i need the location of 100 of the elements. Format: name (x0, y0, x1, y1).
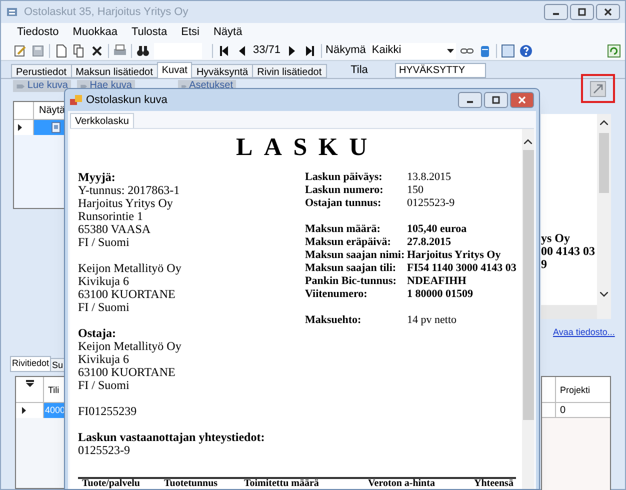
field-label: Laskun numero: (305, 184, 384, 197)
address-line: 63100 KUORTANE (78, 288, 176, 301)
refresh-icon[interactable] (607, 44, 621, 58)
delete-icon[interactable] (90, 44, 104, 58)
address-line: 0125523-9 (78, 444, 130, 457)
document-icon (51, 122, 61, 133)
tab[interactable]: Rivin lisätiedot (252, 64, 327, 78)
field-value: NDEAFIHH (407, 275, 466, 288)
close-icon (603, 8, 613, 16)
tab[interactable]: Maksun lisätiedot (70, 64, 158, 78)
block-title: Ostaja: (78, 327, 117, 340)
address-line: FI / Suomi (78, 301, 130, 314)
scroll-up-icon (524, 139, 532, 144)
tab[interactable]: Su (50, 358, 66, 372)
copy-icon[interactable] (72, 44, 86, 58)
minimize-button[interactable] (458, 92, 482, 108)
search-field[interactable] (154, 42, 202, 58)
field-value: Harjoitus Yritys Oy (407, 249, 501, 262)
row-pointer-icon (22, 407, 26, 414)
field-label: Maksun eräpäivä: (305, 236, 392, 249)
field-label: Pankin Bic-tunnus: (305, 275, 398, 288)
minimize-button[interactable] (544, 4, 568, 20)
help-icon[interactable] (518, 44, 533, 58)
app-icon (6, 6, 18, 18)
scrollbar-thumb[interactable] (522, 150, 534, 420)
view-label: Näkymä (326, 43, 366, 58)
scroll-up-icon (600, 120, 608, 125)
address-line: Kivikuja 6 (78, 353, 129, 366)
scrollbar[interactable] (522, 129, 534, 489)
preview-text: ys Oy (541, 232, 572, 245)
scroll-down-icon (600, 292, 608, 297)
row-pointer-icon (18, 124, 22, 131)
tab[interactable]: Rivitiedot (10, 356, 52, 372)
column-header: Toimitettu määrä (244, 479, 320, 489)
maximize-icon (491, 96, 501, 104)
menu-item[interactable]: Muokkaa (72, 24, 118, 40)
first-record-icon[interactable] (217, 44, 231, 58)
field-value: 13.8.2015 (407, 171, 451, 184)
block-title: Laskun vastaanottajan yhteystiedot: (78, 431, 266, 444)
close-button[interactable] (596, 4, 620, 20)
invoice-heading: LASKU (236, 134, 378, 162)
field-value: FI54 1140 3000 4143 03 (407, 262, 516, 275)
menu-item[interactable]: Etsi (181, 24, 200, 40)
tab[interactable]: Verkkolasku (70, 113, 134, 128)
image-button[interactable]: Lue kuva (13, 80, 71, 92)
column-header: Tuote/palvelu (82, 479, 141, 489)
menu-item[interactable]: Tiedosto (17, 24, 59, 40)
view-dropdown[interactable]: Kaikki (370, 42, 456, 58)
column-header: Näytä (38, 104, 66, 118)
column-header: Tuotetunnus (164, 479, 219, 489)
record-counter: 33/71 (253, 43, 281, 58)
field-label: Maksun saajan tili: (305, 262, 398, 275)
address-line: Keijon Metallityö Oy (78, 340, 182, 353)
table-cell-text: 0 (559, 404, 566, 417)
binoculars-icon[interactable] (136, 44, 150, 58)
edit-icon[interactable] (13, 44, 27, 58)
column-header: Yhteensä (474, 479, 514, 489)
block-title: Myyjä: (78, 171, 116, 184)
scrollbar[interactable] (541, 305, 597, 319)
menu-item[interactable]: Näytä (213, 24, 242, 40)
preview-text: 9 (541, 258, 548, 271)
new-document-icon[interactable] (54, 44, 68, 58)
save-icon[interactable] (31, 44, 45, 58)
field-label: Viitenumero: (305, 288, 368, 301)
status-field[interactable]: HYVÄKSYTTY (394, 63, 486, 78)
expand-icon[interactable] (590, 80, 606, 96)
maximize-button[interactable] (570, 4, 594, 20)
column-header: Veroton a-hinta (368, 479, 436, 489)
field-label: Maksun saajan nimi: (305, 249, 406, 262)
field-value: 27.8.2015 (407, 236, 451, 249)
scrollbar[interactable] (597, 114, 611, 319)
address-line: 63100 KUORTANE (78, 366, 176, 379)
address-line: Runsorintie 1 (78, 210, 143, 223)
maximize-icon (577, 8, 587, 16)
field-value: 1 80000 01509 (407, 288, 473, 301)
field-value: 14 pv netto (407, 314, 456, 327)
arrow-icon (16, 82, 26, 90)
file-link[interactable]: Avaa tiedosto... (553, 326, 615, 340)
scrollbar-thumb[interactable] (599, 133, 609, 193)
window-title: Ostolaskun kuva (86, 92, 168, 108)
address-line: FI / Suomi (78, 236, 130, 249)
panel-icon[interactable] (500, 44, 515, 58)
field-value: 150 (407, 184, 424, 197)
field-value: 0125523-9 (407, 197, 455, 210)
address-line: Y-tunnus: 2017863-1 (78, 184, 181, 197)
window-title: Ostolaskut 35, Harjoitus Yritys Oy (24, 4, 190, 20)
address-line: Keijon Metallityö Oy (78, 262, 182, 275)
address-line: Harjoitus Yritys Oy (78, 197, 174, 210)
tab[interactable]: Hyväksyntä (191, 64, 254, 78)
address-line: FI01255239 (78, 405, 138, 418)
column-header: Tili (47, 384, 60, 397)
print-icon[interactable] (113, 44, 127, 58)
tab[interactable]: Perustiedot (11, 64, 72, 78)
tab[interactable]: Kuvat (156, 62, 192, 78)
address-line: 65380 VAASA (78, 223, 152, 236)
menu-item[interactable]: Tulosta (131, 24, 168, 40)
address-line: Kivikuja 6 (78, 275, 129, 288)
field-label: Maksun määrä: (305, 223, 382, 236)
maximize-button[interactable] (484, 92, 508, 108)
close-icon (517, 96, 527, 104)
